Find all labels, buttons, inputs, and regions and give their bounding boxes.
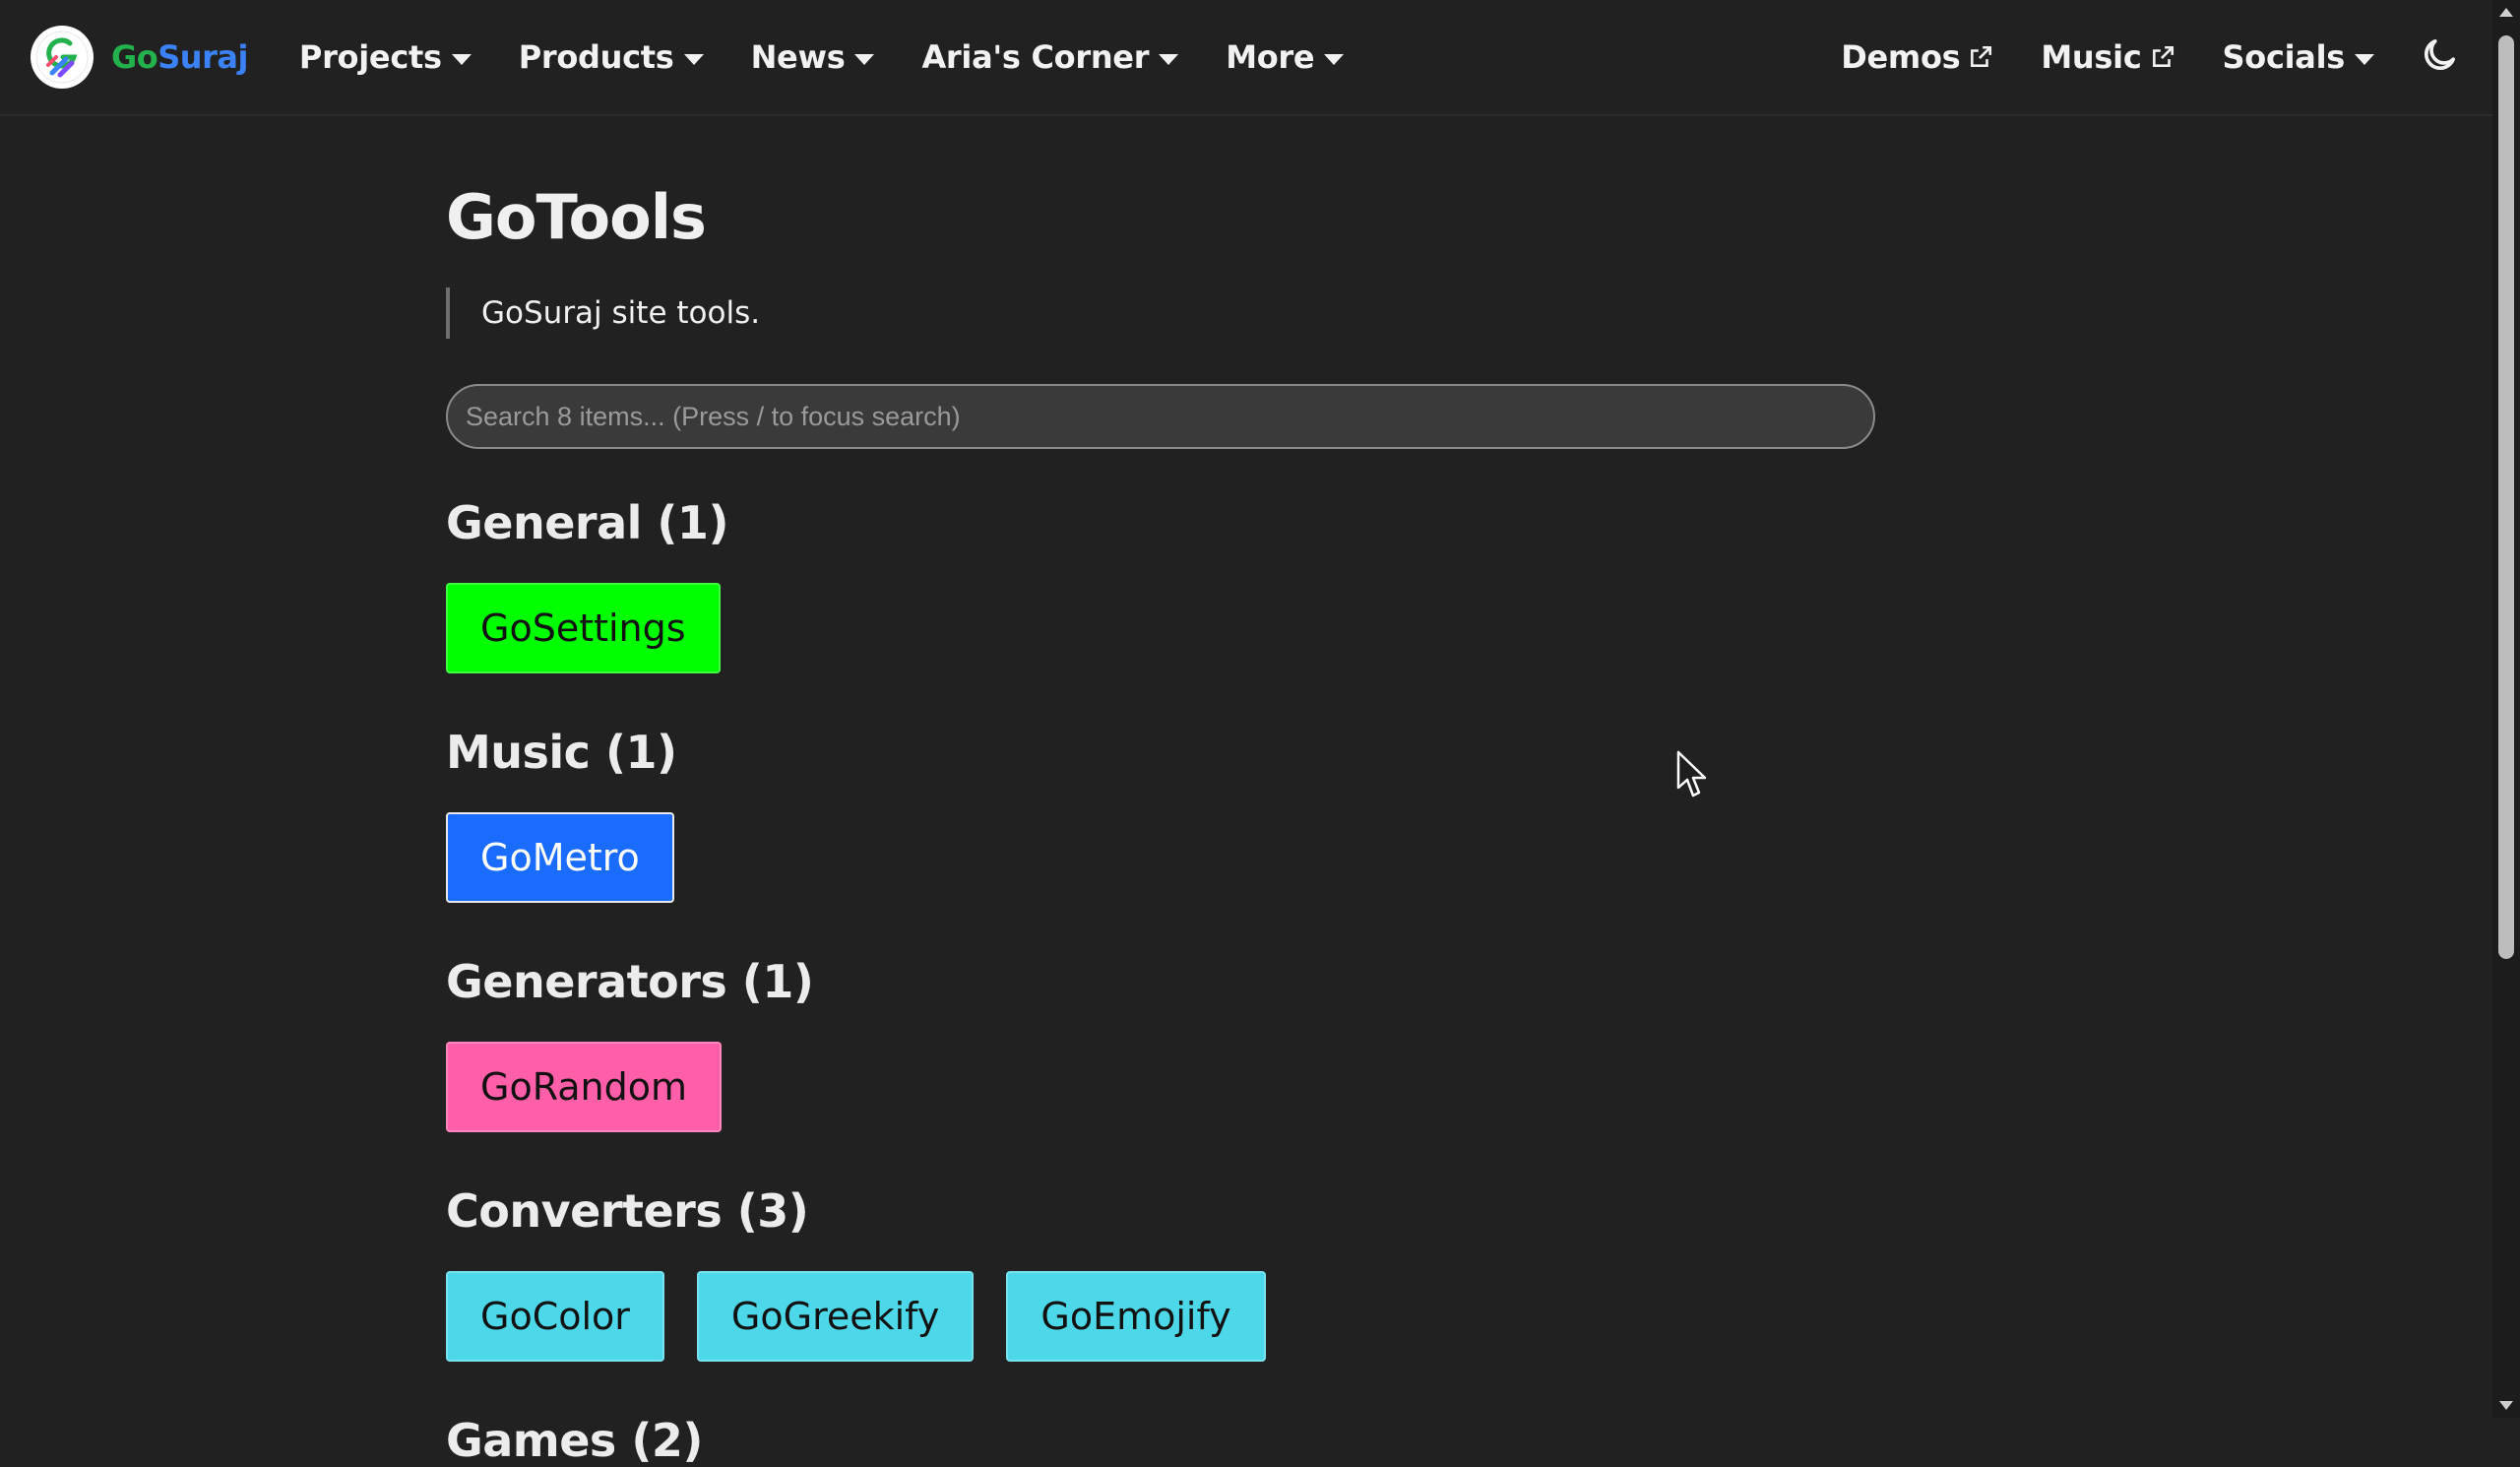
tool-button-gosettings[interactable]: GoSettings: [446, 583, 721, 673]
scroll-up-arrow-icon[interactable]: [2499, 8, 2513, 17]
category-heading-generators: Generators (1): [446, 955, 814, 1008]
search-input[interactable]: [446, 384, 1875, 449]
tool-row-general: GoSettings: [446, 583, 1875, 673]
tool-button-gorandom[interactable]: GoRandom: [446, 1042, 723, 1132]
nav-item-socials[interactable]: Socials: [2199, 0, 2398, 115]
gosuraj-logo-icon: [31, 26, 94, 89]
external-link-icon: [2150, 44, 2175, 70]
tool-button-gogreekify[interactable]: GoGreekify: [696, 1271, 975, 1362]
nav-item-label: More: [1226, 38, 1315, 76]
tool-row-converters: GoColor GoGreekify GoEmojify: [446, 1271, 1875, 1362]
nav-item-label: Music: [2041, 38, 2142, 76]
nav-item-projects[interactable]: Projects: [276, 0, 495, 115]
brand-name-go: Go: [111, 38, 158, 76]
nav-item-label: Aria's Corner: [921, 38, 1150, 76]
caret-down-icon: [683, 53, 704, 65]
nav-item-news[interactable]: News: [727, 0, 899, 115]
tool-button-gometro[interactable]: GoMetro: [446, 812, 674, 903]
page-subtitle-blockquote: GoSuraj site tools.: [446, 287, 1875, 339]
nav-item-arias-corner[interactable]: Aria's Corner: [898, 0, 1202, 115]
page-title: GoTools: [446, 181, 707, 253]
nav-item-music[interactable]: Music: [2017, 0, 2198, 115]
nav-item-label: Projects: [298, 38, 442, 76]
nav-item-products[interactable]: Products: [495, 0, 727, 115]
nav-menu-left: Projects Products News Aria's Corner Mor…: [276, 0, 1367, 115]
category-heading-games: Games (2): [446, 1414, 703, 1467]
tool-button-gocolor[interactable]: GoColor: [446, 1271, 664, 1362]
caret-down-icon: [451, 53, 472, 65]
nav-item-label: Products: [518, 38, 674, 76]
nav-item-label: Socials: [2222, 38, 2346, 76]
brand-name: GoSuraj: [111, 38, 248, 76]
tool-button-goemojify[interactable]: GoEmojify: [1006, 1271, 1266, 1362]
brand-name-suraj: Suraj: [158, 38, 248, 76]
top-navbar: GoSuraj Projects Products News Aria's Co…: [0, 0, 2492, 116]
tool-row-music: GoMetro: [446, 812, 1875, 903]
category-heading-general: General (1): [446, 496, 728, 549]
caret-down-icon: [1324, 53, 1345, 65]
tool-row-generators: GoRandom: [446, 1042, 1875, 1132]
mouse-pointer-icon: [1676, 750, 1710, 803]
category-heading-music: Music (1): [446, 726, 677, 779]
scroll-down-arrow-icon[interactable]: [2499, 1401, 2513, 1410]
caret-down-icon: [2355, 53, 2374, 65]
nav-item-label: Demos: [1841, 38, 1961, 76]
category-heading-converters: Converters (3): [446, 1184, 809, 1238]
main-content: GoTools GoSuraj site tools. General (1) …: [446, 116, 1875, 1463]
caret-down-icon: [1159, 53, 1179, 65]
nav-menu-right: Demos Music Socials: [1817, 0, 2469, 115]
external-link-icon: [1968, 44, 1993, 70]
moon-icon: [2420, 35, 2459, 79]
caret-down-icon: [854, 53, 875, 65]
nav-item-more[interactable]: More: [1202, 0, 1367, 115]
page-subtitle: GoSuraj site tools.: [481, 295, 761, 331]
page-scrollbar[interactable]: [2492, 0, 2520, 1418]
theme-toggle-button[interactable]: [2410, 28, 2469, 87]
scrollbar-thumb[interactable]: [2498, 35, 2514, 959]
nav-item-label: News: [750, 38, 846, 76]
nav-item-demos[interactable]: Demos: [1817, 0, 2017, 115]
brand-link[interactable]: GoSuraj: [31, 26, 248, 89]
